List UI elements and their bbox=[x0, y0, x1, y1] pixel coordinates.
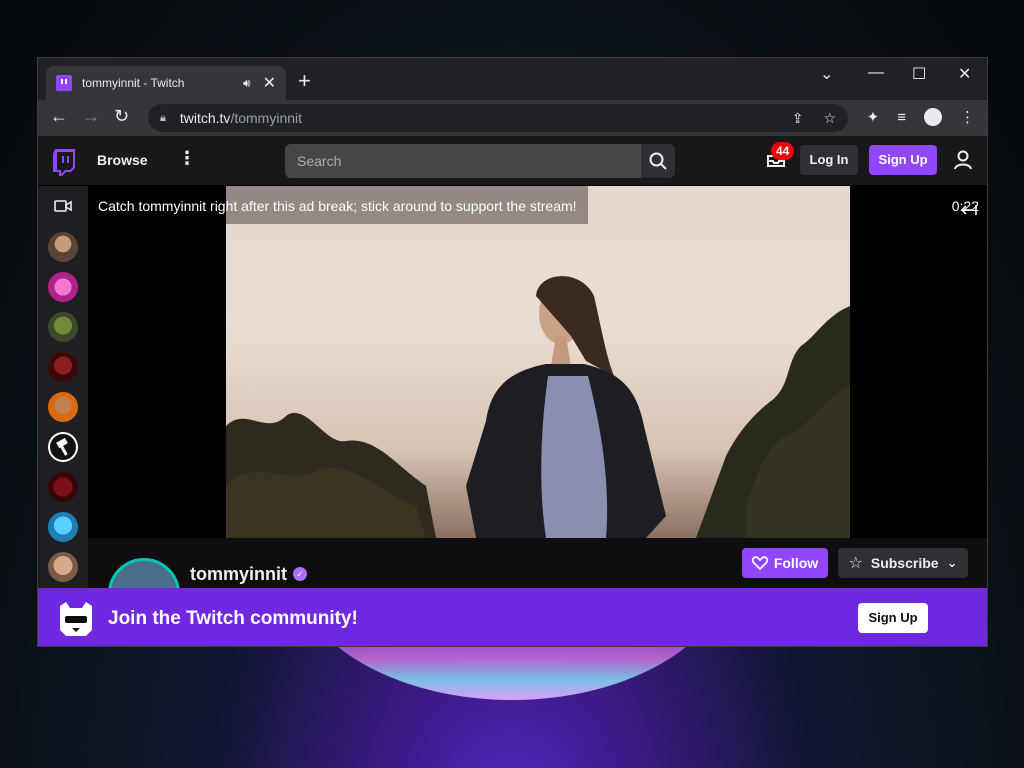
subscribe-label: Subscribe bbox=[870, 555, 939, 571]
sidebar bbox=[38, 186, 88, 646]
media-queue-icon[interactable]: ≡ bbox=[897, 109, 906, 126]
back-arrow-icon[interactable]: ← bbox=[50, 106, 68, 127]
channel-avatar[interactable] bbox=[48, 512, 78, 542]
user-icon[interactable] bbox=[954, 150, 972, 170]
reload-icon[interactable]: ↻ bbox=[114, 106, 129, 127]
twitch-favicon-icon bbox=[56, 75, 72, 91]
ad-message: Catch tommyinnit right after this ad bre… bbox=[98, 198, 577, 214]
glitch-mascot-icon bbox=[60, 602, 92, 636]
tab-close-icon[interactable]: ✕ bbox=[263, 73, 276, 93]
speaker-icon[interactable]: 🔊︎ bbox=[243, 76, 251, 91]
star-icon: ☆ bbox=[848, 555, 863, 572]
login-button[interactable]: Log In bbox=[800, 145, 858, 175]
browser-window: tommyinnit - Twitch 🔊︎ ✕ + ⌄ — ☐ ✕ ← → ↻… bbox=[37, 57, 988, 647]
chevron-down-icon: ⌄ bbox=[946, 555, 958, 570]
bookmark-star-icon[interactable]: ☆ bbox=[823, 110, 836, 127]
follow-label: Follow bbox=[773, 555, 819, 571]
join-community-banner: Join the Twitch community! Sign Up bbox=[38, 588, 987, 646]
browser-tab[interactable]: tommyinnit - Twitch 🔊︎ ✕ bbox=[46, 66, 286, 100]
twitch-logo-icon[interactable] bbox=[52, 148, 76, 176]
address-bar[interactable]: 🔒︎ twitch.tv/tommyinnit ⇪ ☆ bbox=[148, 104, 848, 132]
signup-button[interactable]: Sign Up bbox=[869, 145, 937, 175]
channel-avatar[interactable] bbox=[48, 552, 78, 582]
url-host: twitch.tv bbox=[179, 110, 231, 126]
forward-arrow-icon[interactable]: → bbox=[82, 106, 100, 127]
search-input[interactable]: Search bbox=[285, 144, 641, 178]
profile-avatar-icon[interactable] bbox=[924, 108, 942, 126]
join-banner-text: Join the Twitch community! bbox=[108, 608, 358, 629]
heart-icon bbox=[751, 556, 768, 570]
tab-search-icon[interactable]: ⌄ bbox=[820, 64, 833, 84]
share-icon[interactable]: ⇪ bbox=[792, 110, 804, 127]
hammer-logo-icon bbox=[50, 434, 76, 460]
channel-name[interactable]: tommyinnit bbox=[190, 564, 287, 585]
extensions-puzzle-icon[interactable]: ✦ bbox=[867, 108, 880, 126]
channel-avatar[interactable] bbox=[48, 232, 78, 262]
maximize-button[interactable]: ☐ bbox=[912, 64, 926, 84]
banner-signup-button[interactable]: Sign Up bbox=[858, 603, 928, 633]
video-frame bbox=[226, 186, 850, 538]
subscribe-button[interactable]: ☆ Subscribe ⌄ bbox=[838, 548, 968, 578]
channel-avatar[interactable] bbox=[48, 352, 78, 382]
new-tab-button[interactable]: + bbox=[298, 70, 311, 92]
search-button[interactable] bbox=[641, 144, 675, 178]
menu-kebab-icon[interactable]: ⋮ bbox=[960, 108, 975, 126]
collapse-arrow-icon[interactable] bbox=[961, 204, 977, 216]
channel-avatar[interactable] bbox=[48, 312, 78, 342]
minimize-button[interactable]: — bbox=[868, 64, 884, 82]
channel-avatar[interactable] bbox=[48, 472, 78, 502]
title-bar: tommyinnit - Twitch 🔊︎ ✕ + ⌄ — ☐ ✕ bbox=[38, 58, 987, 100]
twitch-header: Browse ⋮ Search 44 Log In Sign Up bbox=[38, 136, 987, 186]
channel-info-bar: tommyinnit ✓ Follow ☆ Subscribe ⌄ bbox=[88, 538, 987, 630]
channel-avatar[interactable] bbox=[48, 272, 78, 302]
follow-button[interactable]: Follow bbox=[742, 548, 828, 578]
verified-badge-icon: ✓ bbox=[293, 567, 307, 581]
video-player[interactable]: Catch tommyinnit right after this ad bre… bbox=[88, 186, 987, 538]
close-window-button[interactable]: ✕ bbox=[958, 64, 971, 84]
ad-video-scene bbox=[226, 276, 850, 538]
browse-link[interactable]: Browse bbox=[97, 152, 148, 168]
more-options-icon[interactable]: ⋮ bbox=[178, 148, 196, 169]
video-camera-icon[interactable] bbox=[54, 200, 72, 212]
channel-avatar[interactable] bbox=[48, 432, 78, 462]
search-icon bbox=[649, 152, 667, 170]
url-path: /tommyinnit bbox=[230, 110, 303, 126]
browser-toolbar: ← → ↻ 🔒︎ twitch.tv/tommyinnit ⇪ ☆ ✦ ≡ ⋮ bbox=[38, 100, 987, 136]
tab-title: tommyinnit - Twitch bbox=[82, 76, 185, 90]
inbox-count-badge: 44 bbox=[771, 142, 795, 160]
lock-icon[interactable]: 🔒︎ bbox=[160, 112, 166, 125]
channel-avatar[interactable] bbox=[48, 392, 78, 422]
